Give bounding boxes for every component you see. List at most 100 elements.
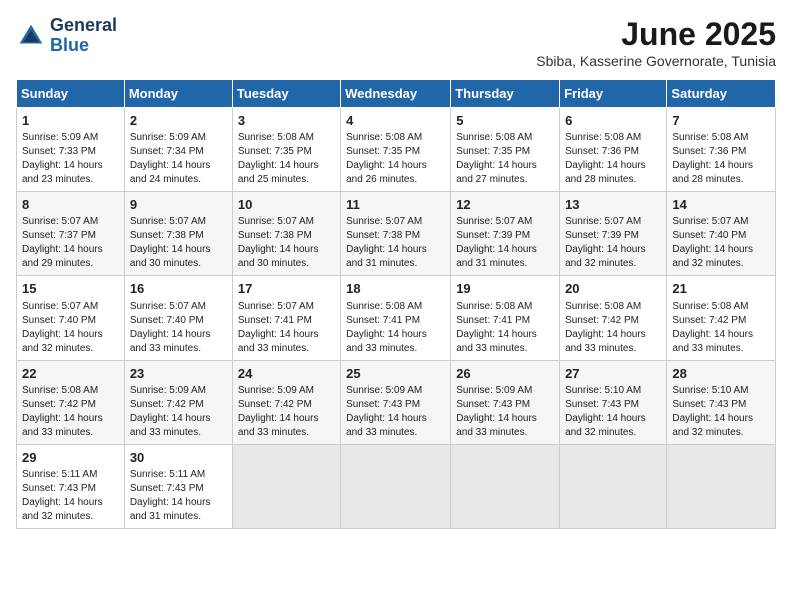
logo-line2: Blue [50, 36, 117, 56]
day-number: 17 [238, 280, 335, 298]
calendar-cell: 27Sunrise: 5:10 AM Sunset: 7:43 PM Dayli… [560, 360, 667, 444]
page-header: General Blue June 2025 Sbiba, Kasserine … [16, 16, 776, 69]
col-header-wednesday: Wednesday [341, 80, 451, 108]
calendar-cell: 1Sunrise: 5:09 AM Sunset: 7:33 PM Daylig… [17, 108, 125, 192]
day-number: 13 [565, 196, 661, 214]
day-info: Sunrise: 5:09 AM Sunset: 7:42 PM Dayligh… [238, 384, 335, 440]
calendar-cell: 26Sunrise: 5:09 AM Sunset: 7:43 PM Dayli… [451, 360, 560, 444]
calendar-week-row: 8Sunrise: 5:07 AM Sunset: 7:37 PM Daylig… [17, 192, 776, 276]
logo-icon [16, 21, 46, 51]
calendar-cell: 11Sunrise: 5:07 AM Sunset: 7:38 PM Dayli… [341, 192, 451, 276]
day-number: 14 [672, 196, 770, 214]
day-info: Sunrise: 5:07 AM Sunset: 7:39 PM Dayligh… [456, 215, 554, 271]
calendar-cell: 4Sunrise: 5:08 AM Sunset: 7:35 PM Daylig… [341, 108, 451, 192]
logo-line1: General [50, 16, 117, 36]
day-number: 5 [456, 112, 554, 130]
day-number: 25 [346, 365, 445, 383]
day-number: 19 [456, 280, 554, 298]
day-info: Sunrise: 5:07 AM Sunset: 7:40 PM Dayligh… [22, 300, 119, 356]
day-number: 22 [22, 365, 119, 383]
calendar-cell: 10Sunrise: 5:07 AM Sunset: 7:38 PM Dayli… [232, 192, 340, 276]
calendar-cell: 29Sunrise: 5:11 AM Sunset: 7:43 PM Dayli… [17, 444, 125, 528]
day-info: Sunrise: 5:09 AM Sunset: 7:43 PM Dayligh… [456, 384, 554, 440]
day-info: Sunrise: 5:08 AM Sunset: 7:41 PM Dayligh… [346, 300, 445, 356]
day-info: Sunrise: 5:07 AM Sunset: 7:38 PM Dayligh… [346, 215, 445, 271]
month-year: June 2025 [536, 16, 776, 53]
location: Sbiba, Kasserine Governorate, Tunisia [536, 53, 776, 69]
calendar-cell: 13Sunrise: 5:07 AM Sunset: 7:39 PM Dayli… [560, 192, 667, 276]
calendar-cell [667, 444, 776, 528]
col-header-monday: Monday [124, 80, 232, 108]
calendar-cell: 25Sunrise: 5:09 AM Sunset: 7:43 PM Dayli… [341, 360, 451, 444]
day-number: 12 [456, 196, 554, 214]
calendar-week-row: 29Sunrise: 5:11 AM Sunset: 7:43 PM Dayli… [17, 444, 776, 528]
calendar-cell: 23Sunrise: 5:09 AM Sunset: 7:42 PM Dayli… [124, 360, 232, 444]
calendar-week-row: 15 Sunrise: 5:07 AM Sunset: 7:40 PM Dayli… [17, 276, 776, 360]
day-info: Sunrise: 5:07 AM Sunset: 7:38 PM Dayligh… [238, 215, 335, 271]
day-info: Sunrise: 5:09 AM Sunset: 7:42 PM Dayligh… [130, 384, 227, 440]
day-number: 27 [565, 365, 661, 383]
day-number: 11 [346, 196, 445, 214]
day-info: Sunrise: 5:09 AM Sunset: 7:34 PM Dayligh… [130, 131, 227, 187]
calendar-cell: 3Sunrise: 5:08 AM Sunset: 7:35 PM Daylig… [232, 108, 340, 192]
day-number: 26 [456, 365, 554, 383]
day-number: 3 [238, 112, 335, 130]
calendar-table: SundayMondayTuesdayWednesdayThursdayFrid… [16, 79, 776, 529]
calendar-cell: 7Sunrise: 5:08 AM Sunset: 7:36 PM Daylig… [667, 108, 776, 192]
day-number: 7 [672, 112, 770, 130]
logo-text: General Blue [50, 16, 117, 56]
day-info: Sunrise: 5:07 AM Sunset: 7:40 PM Dayligh… [130, 300, 227, 356]
day-info: Sunrise: 5:07 AM Sunset: 7:41 PM Dayligh… [238, 300, 335, 356]
day-info: Sunrise: 5:08 AM Sunset: 7:42 PM Dayligh… [672, 300, 770, 356]
day-number: 16 [130, 280, 227, 298]
calendar-cell: 21 Sunrise: 5:08 AM Sunset: 7:42 PM Dayli… [667, 276, 776, 360]
calendar-cell: 20Sunrise: 5:08 AM Sunset: 7:42 PM Dayli… [560, 276, 667, 360]
col-header-friday: Friday [560, 80, 667, 108]
day-number: 18 [346, 280, 445, 298]
calendar-cell: 18 Sunrise: 5:08 AM Sunset: 7:41 PM Dayli… [341, 276, 451, 360]
calendar-cell [341, 444, 451, 528]
day-info: Sunrise: 5:08 AM Sunset: 7:35 PM Dayligh… [346, 131, 445, 187]
day-info: Sunrise: 5:07 AM Sunset: 7:38 PM Dayligh… [130, 215, 227, 271]
day-info: Sunrise: 5:07 AM Sunset: 7:40 PM Dayligh… [672, 215, 770, 271]
calendar-cell [560, 444, 667, 528]
calendar-cell: 16 Sunrise: 5:07 AM Sunset: 7:40 PM Dayli… [124, 276, 232, 360]
calendar-cell: 22Sunrise: 5:08 AM Sunset: 7:42 PM Dayli… [17, 360, 125, 444]
day-number: 8 [22, 196, 119, 214]
col-header-thursday: Thursday [451, 80, 560, 108]
day-info: Sunrise: 5:08 AM Sunset: 7:42 PM Dayligh… [565, 300, 661, 356]
calendar-cell: 19Sunrise: 5:08 AM Sunset: 7:41 PM Dayli… [451, 276, 560, 360]
day-info: Sunrise: 5:08 AM Sunset: 7:36 PM Dayligh… [672, 131, 770, 187]
calendar-cell: 6Sunrise: 5:08 AM Sunset: 7:36 PM Daylig… [560, 108, 667, 192]
calendar-cell: 17 Sunrise: 5:07 AM Sunset: 7:41 PM Dayli… [232, 276, 340, 360]
day-number: 30 [130, 449, 227, 467]
day-number: 21 [672, 280, 770, 298]
title-area: June 2025 Sbiba, Kasserine Governorate, … [536, 16, 776, 69]
day-number: 9 [130, 196, 227, 214]
day-number: 23 [130, 365, 227, 383]
day-info: Sunrise: 5:09 AM Sunset: 7:43 PM Dayligh… [346, 384, 445, 440]
day-info: Sunrise: 5:10 AM Sunset: 7:43 PM Dayligh… [565, 384, 661, 440]
calendar-cell: 5Sunrise: 5:08 AM Sunset: 7:35 PM Daylig… [451, 108, 560, 192]
day-info: Sunrise: 5:11 AM Sunset: 7:43 PM Dayligh… [22, 468, 119, 524]
day-info: Sunrise: 5:11 AM Sunset: 7:43 PM Dayligh… [130, 468, 227, 524]
col-header-sunday: Sunday [17, 80, 125, 108]
calendar-cell: 14Sunrise: 5:07 AM Sunset: 7:40 PM Dayli… [667, 192, 776, 276]
logo: General Blue [16, 16, 117, 56]
calendar-cell: 9Sunrise: 5:07 AM Sunset: 7:38 PM Daylig… [124, 192, 232, 276]
day-number: 24 [238, 365, 335, 383]
calendar-cell: 8Sunrise: 5:07 AM Sunset: 7:37 PM Daylig… [17, 192, 125, 276]
calendar-header-row: SundayMondayTuesdayWednesdayThursdayFrid… [17, 80, 776, 108]
col-header-saturday: Saturday [667, 80, 776, 108]
day-number: 15 [22, 280, 119, 298]
day-number: 2 [130, 112, 227, 130]
day-info: Sunrise: 5:08 AM Sunset: 7:36 PM Dayligh… [565, 131, 661, 187]
day-number: 10 [238, 196, 335, 214]
calendar-cell: 12Sunrise: 5:07 AM Sunset: 7:39 PM Dayli… [451, 192, 560, 276]
calendar-cell [232, 444, 340, 528]
day-info: Sunrise: 5:07 AM Sunset: 7:39 PM Dayligh… [565, 215, 661, 271]
day-number: 4 [346, 112, 445, 130]
day-number: 6 [565, 112, 661, 130]
calendar-week-row: 22Sunrise: 5:08 AM Sunset: 7:42 PM Dayli… [17, 360, 776, 444]
day-number: 29 [22, 449, 119, 467]
